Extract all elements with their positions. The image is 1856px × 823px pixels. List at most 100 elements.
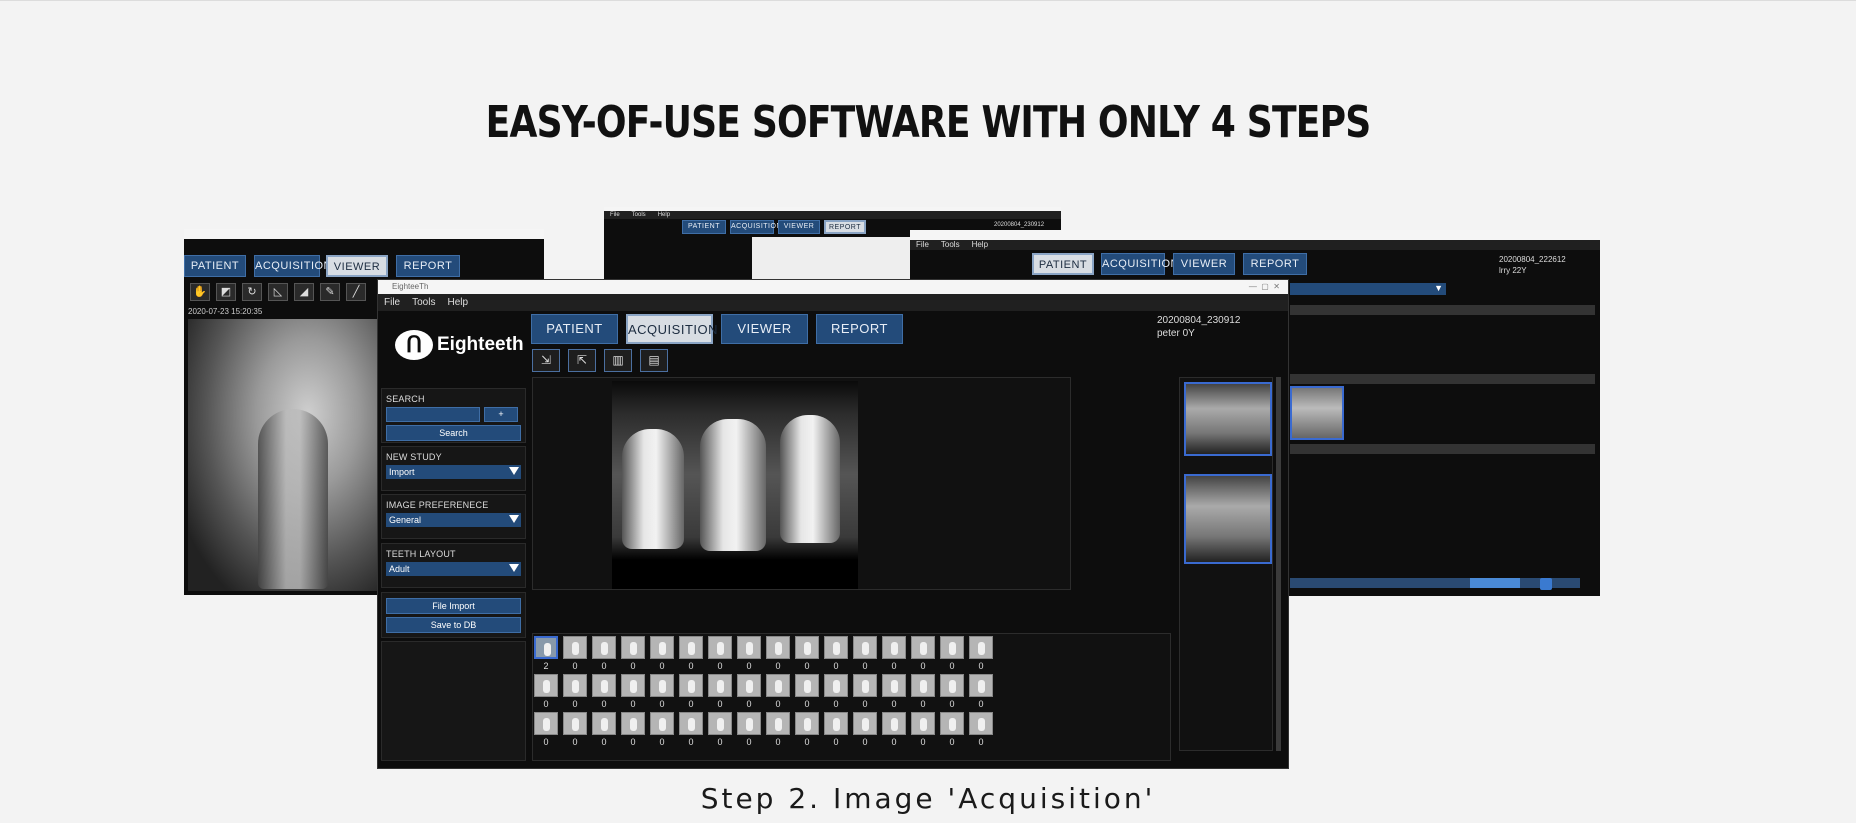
menu-file[interactable]: File: [610, 211, 620, 219]
tooth-slot[interactable]: [534, 636, 558, 659]
patient-dropdown[interactable]: ▼: [1290, 283, 1446, 295]
export-image-icon[interactable]: ⇱: [568, 349, 596, 372]
tab-report[interactable]: REPORT: [1243, 253, 1307, 275]
tooth-slot[interactable]: [940, 712, 964, 735]
settings-icon[interactable]: [1540, 578, 1552, 590]
tooth-slot[interactable]: [621, 712, 645, 735]
tooth-slot[interactable]: [708, 636, 732, 659]
tab-report[interactable]: REPORT: [396, 255, 460, 277]
menu-help[interactable]: Help: [447, 294, 468, 311]
tooth-slot[interactable]: [853, 712, 877, 735]
menu-help[interactable]: Help: [972, 240, 988, 250]
tooth-slot[interactable]: [708, 712, 732, 735]
tooth-slot[interactable]: [563, 636, 587, 659]
save-to-db-button[interactable]: Save to DB: [386, 617, 521, 633]
xray-image[interactable]: [188, 319, 388, 591]
thumbnail-1[interactable]: [1184, 382, 1272, 456]
menu-tools[interactable]: Tools: [632, 211, 646, 219]
contrast-icon[interactable]: ◩: [216, 283, 236, 301]
image-preference-select[interactable]: General: [386, 513, 521, 527]
menu-tools[interactable]: Tools: [941, 240, 960, 250]
tooth-slot[interactable]: [534, 712, 558, 735]
line-icon[interactable]: ╱: [346, 283, 366, 301]
tab-acquisition[interactable]: ACQUISITION: [730, 220, 782, 234]
tab-report[interactable]: REPORT: [824, 220, 866, 234]
pen-icon[interactable]: ✎: [320, 283, 340, 301]
tooth-slot[interactable]: [882, 636, 906, 659]
tooth-slot[interactable]: [882, 712, 906, 735]
rotate-icon[interactable]: ↻: [242, 283, 262, 301]
tooth-slot[interactable]: [563, 712, 587, 735]
tab-patient[interactable]: PATIENT: [531, 314, 618, 344]
scrollbar[interactable]: [1276, 377, 1281, 751]
tooth-slot[interactable]: [882, 674, 906, 697]
tooth-slot[interactable]: [621, 674, 645, 697]
menu-tools[interactable]: Tools: [412, 294, 435, 311]
tooth-slot[interactable]: [795, 636, 819, 659]
menu-help[interactable]: Help: [658, 211, 670, 219]
tab-acquisition[interactable]: ACQUISITION: [626, 314, 718, 344]
tooth-slot[interactable]: [766, 674, 790, 697]
split-vertical-icon[interactable]: ▥: [604, 349, 632, 372]
tooth-slot[interactable]: [737, 636, 761, 659]
tooth-slot[interactable]: [795, 674, 819, 697]
tooth-slot[interactable]: [969, 712, 993, 735]
tab-viewer[interactable]: VIEWER: [1173, 253, 1235, 275]
thumbnail-2[interactable]: [1184, 474, 1272, 564]
patient-thumbnail[interactable]: [1290, 386, 1344, 440]
menu-file[interactable]: File: [916, 240, 929, 250]
tooth-slot[interactable]: [824, 674, 848, 697]
tooth-slot[interactable]: [621, 636, 645, 659]
tooth-slot[interactable]: [940, 636, 964, 659]
tab-patient[interactable]: PATIENT: [184, 255, 246, 277]
tooth-slot[interactable]: [563, 674, 587, 697]
tooth-slot[interactable]: [853, 674, 877, 697]
tooth-slot[interactable]: [592, 636, 616, 659]
tooth-slot[interactable]: [969, 636, 993, 659]
tooth-slot[interactable]: [824, 712, 848, 735]
tooth-slot[interactable]: [911, 674, 935, 697]
search-button[interactable]: Search: [386, 425, 521, 441]
xray-image[interactable]: [612, 381, 858, 589]
tab-patient[interactable]: PATIENT: [682, 220, 726, 234]
tooth-slot[interactable]: [679, 674, 703, 697]
ruler-icon[interactable]: ◢: [294, 283, 314, 301]
tooth-slot[interactable]: [679, 636, 703, 659]
tooth-slot[interactable]: [737, 674, 761, 697]
tooth-slot[interactable]: [650, 674, 674, 697]
tooth-slot[interactable]: [940, 674, 964, 697]
tooth-slot[interactable]: [737, 712, 761, 735]
tab-patient[interactable]: PATIENT: [1032, 253, 1094, 275]
tooth-slot[interactable]: [824, 636, 848, 659]
tooth-slot[interactable]: [853, 636, 877, 659]
tooth-slot[interactable]: [911, 712, 935, 735]
new-study-select[interactable]: Import: [386, 465, 521, 479]
tooth-slot[interactable]: [766, 712, 790, 735]
tooth-slot[interactable]: [592, 712, 616, 735]
tab-viewer[interactable]: VIEWER: [778, 220, 820, 234]
angle-icon[interactable]: ◺: [268, 283, 288, 301]
tab-acquisition[interactable]: ACQUISITION: [1101, 253, 1179, 275]
tooth-slot[interactable]: [679, 712, 703, 735]
tab-viewer[interactable]: VIEWER: [326, 255, 388, 277]
tooth-slot[interactable]: [650, 712, 674, 735]
teeth-layout-select[interactable]: Adult: [386, 562, 521, 576]
tooth-slot[interactable]: [708, 674, 732, 697]
add-button[interactable]: +: [484, 407, 518, 422]
tooth-slot[interactable]: [795, 712, 819, 735]
window-controls[interactable]: — ▢ ✕: [1249, 280, 1280, 294]
menu-file[interactable]: File: [384, 294, 400, 311]
tooth-slot[interactable]: [650, 636, 674, 659]
tooth-slot[interactable]: [969, 674, 993, 697]
tooth-slot[interactable]: [592, 674, 616, 697]
file-import-button[interactable]: File Import: [386, 598, 521, 614]
tooth-slot[interactable]: [911, 636, 935, 659]
tab-report[interactable]: REPORT: [816, 314, 903, 344]
search-input[interactable]: [386, 407, 480, 422]
import-image-icon[interactable]: ⇲: [532, 349, 560, 372]
tab-viewer[interactable]: VIEWER: [721, 314, 808, 344]
tab-acquisition[interactable]: ACQUISITION: [254, 255, 332, 277]
pan-hand-icon[interactable]: ✋: [190, 283, 210, 301]
tooth-slot[interactable]: [534, 674, 558, 697]
tooth-slot[interactable]: [766, 636, 790, 659]
